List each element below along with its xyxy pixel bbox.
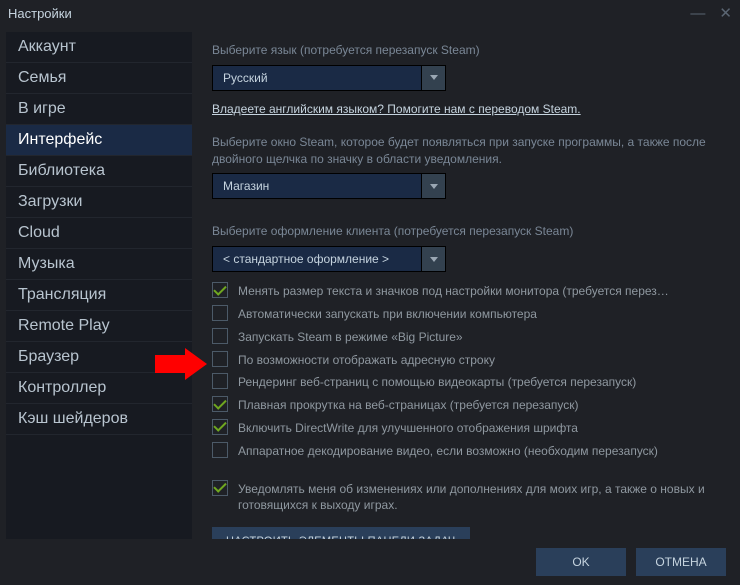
main-panel: Выберите язык (потребуется перезапуск St… bbox=[198, 32, 734, 539]
checkbox-6[interactable] bbox=[212, 419, 228, 435]
sidebar-item-8[interactable]: Трансляция bbox=[6, 280, 192, 311]
translate-link[interactable]: Владеете английским языком? Помогите нам… bbox=[212, 102, 581, 116]
checkbox-label-5: Плавная прокрутка на веб-страницах (треб… bbox=[238, 396, 579, 414]
window-body: АккаунтСемьяВ игреИнтерфейсБиблиотекаЗаг… bbox=[0, 26, 740, 539]
checkbox-label-7: Аппаратное декодирование видео, если воз… bbox=[238, 442, 658, 460]
checkbox-7[interactable] bbox=[212, 442, 228, 458]
checkbox-row-6: Включить DirectWrite для улучшенного ото… bbox=[212, 419, 716, 437]
checkbox-row-3: По возможности отображать адресную строк… bbox=[212, 351, 716, 369]
checkbox-row-7: Аппаратное декодирование видео, если воз… bbox=[212, 442, 716, 460]
sidebar-item-4[interactable]: Библиотека bbox=[6, 156, 192, 187]
sidebar-item-1[interactable]: Семья bbox=[6, 63, 192, 94]
notify-checkbox[interactable] bbox=[212, 480, 228, 496]
language-dropdown[interactable]: Русский bbox=[212, 65, 716, 91]
checkbox-2[interactable] bbox=[212, 328, 228, 344]
checkbox-label-3: По возможности отображать адресную строк… bbox=[238, 351, 495, 369]
checkbox-label-2: Запускать Steam в режиме «Big Picture» bbox=[238, 328, 463, 346]
checkbox-label-4: Рендеринг веб-страниц с помощью видеокар… bbox=[238, 373, 636, 391]
sidebar-item-6[interactable]: Cloud bbox=[6, 218, 192, 249]
close-button[interactable]: ✕ bbox=[719, 6, 732, 21]
checkbox-row-1: Автоматически запускать при включении ко… bbox=[212, 305, 716, 323]
sidebar: АккаунтСемьяВ игреИнтерфейсБиблиотекаЗаг… bbox=[6, 32, 192, 539]
footer: OK ОТМЕНА bbox=[0, 539, 740, 585]
checkbox-5[interactable] bbox=[212, 396, 228, 412]
skin-value: < стандартное оформление > bbox=[212, 246, 422, 272]
cancel-button[interactable]: ОТМЕНА bbox=[636, 548, 726, 576]
startup-window-label: Выберите окно Steam, которое будет появл… bbox=[212, 134, 716, 168]
checkbox-row-5: Плавная прокрутка на веб-страницах (треб… bbox=[212, 396, 716, 414]
skin-dropdown[interactable]: < стандартное оформление > bbox=[212, 246, 716, 272]
checkbox-row-4: Рендеринг веб-страниц с помощью видеокар… bbox=[212, 373, 716, 391]
minimize-button[interactable]: — bbox=[690, 6, 705, 21]
titlebar-buttons: — ✕ bbox=[690, 6, 732, 21]
checkbox-1[interactable] bbox=[212, 305, 228, 321]
chevron-down-icon bbox=[430, 257, 438, 262]
checkbox-0[interactable] bbox=[212, 282, 228, 298]
checkbox-label-6: Включить DirectWrite для улучшенного ото… bbox=[238, 419, 578, 437]
checkbox-row-2: Запускать Steam в режиме «Big Picture» bbox=[212, 328, 716, 346]
sidebar-item-3[interactable]: Интерфейс bbox=[6, 125, 192, 156]
skin-label: Выберите оформление клиента (потребуется… bbox=[212, 223, 716, 240]
taskbar-settings-button[interactable]: НАСТРОИТЬ ЭЛЕМЕНТЫ ПАНЕЛИ ЗАДАЧ bbox=[212, 527, 470, 539]
titlebar: Настройки — ✕ bbox=[0, 0, 740, 26]
sidebar-item-5[interactable]: Загрузки bbox=[6, 187, 192, 218]
sidebar-item-0[interactable]: Аккаунт bbox=[6, 32, 192, 63]
window-title: Настройки bbox=[8, 6, 690, 21]
sidebar-item-10[interactable]: Браузер bbox=[6, 342, 192, 373]
checkbox-group: Менять размер текста и значков под настр… bbox=[212, 282, 716, 459]
skin-dropdown-button[interactable] bbox=[422, 246, 446, 272]
sidebar-item-2[interactable]: В игре bbox=[6, 94, 192, 125]
language-dropdown-button[interactable] bbox=[422, 65, 446, 91]
language-value: Русский bbox=[212, 65, 422, 91]
sidebar-item-11[interactable]: Контроллер bbox=[6, 373, 192, 404]
checkbox-row-0: Менять размер текста и значков под настр… bbox=[212, 282, 716, 300]
chevron-down-icon bbox=[430, 184, 438, 189]
ok-button[interactable]: OK bbox=[536, 548, 626, 576]
notify-checkbox-label: Уведомлять меня об изменениях или дополн… bbox=[238, 480, 716, 515]
notify-checkbox-row: Уведомлять меня об изменениях или дополн… bbox=[212, 480, 716, 515]
language-label: Выберите язык (потребуется перезапуск St… bbox=[212, 42, 716, 59]
checkbox-4[interactable] bbox=[212, 373, 228, 389]
settings-window: Настройки — ✕ АккаунтСемьяВ игреИнтерфей… bbox=[0, 0, 740, 585]
startup-window-dropdown[interactable]: Магазин bbox=[212, 173, 716, 199]
sidebar-item-7[interactable]: Музыка bbox=[6, 249, 192, 280]
checkbox-label-0: Менять размер текста и значков под настр… bbox=[238, 282, 669, 300]
chevron-down-icon bbox=[430, 75, 438, 80]
startup-window-dropdown-button[interactable] bbox=[422, 173, 446, 199]
checkbox-label-1: Автоматически запускать при включении ко… bbox=[238, 305, 537, 323]
sidebar-item-12[interactable]: Кэш шейдеров bbox=[6, 404, 192, 435]
sidebar-item-9[interactable]: Remote Play bbox=[6, 311, 192, 342]
startup-window-value: Магазин bbox=[212, 173, 422, 199]
checkbox-3[interactable] bbox=[212, 351, 228, 367]
